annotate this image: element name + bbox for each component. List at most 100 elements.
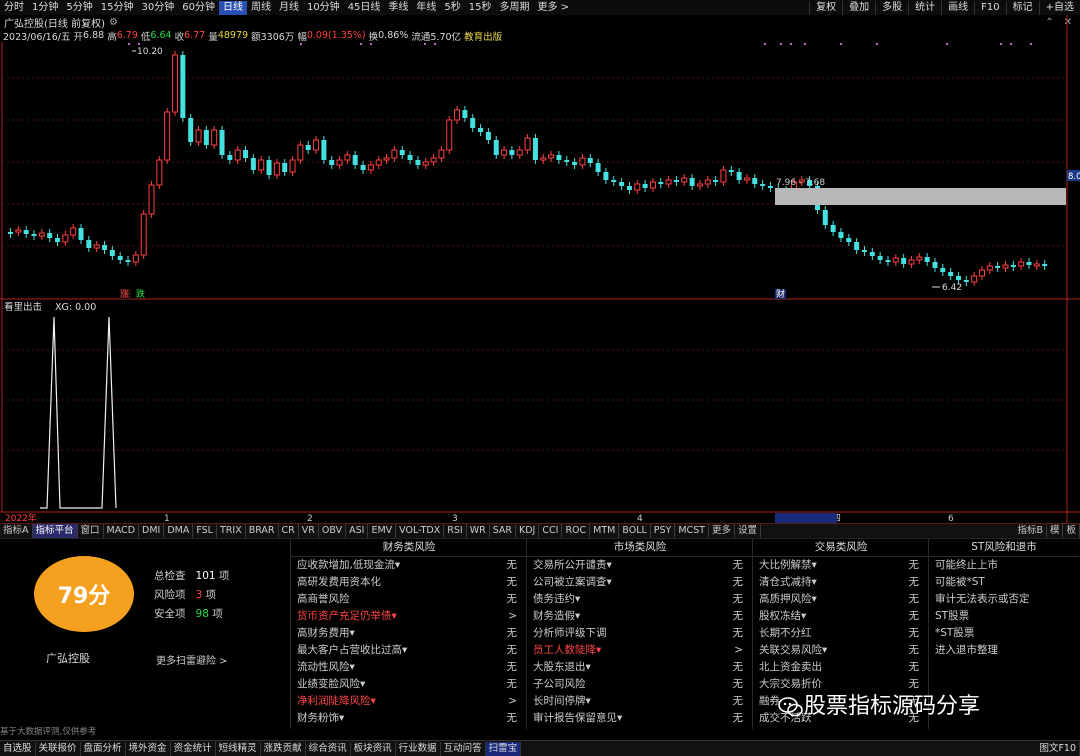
risk-row[interactable]: 净利润陡降风险▾ > [291, 693, 527, 710]
footer-tab[interactable]: 板块资讯 [351, 741, 396, 756]
risk-row[interactable]: *ST股票 [929, 625, 1079, 642]
risk-row[interactable]: 财务造假▾ 无 [527, 608, 753, 625]
event-dot [780, 43, 782, 45]
risk-item-label: 高商誉风险 [297, 593, 350, 605]
indicator-tab[interactable]: CCI [539, 524, 563, 538]
indicator-tab[interactable]: BRAR [246, 524, 279, 538]
risk-row[interactable]: 审计报告保留意见▾ 无 [527, 710, 753, 727]
indicator-tab[interactable]: PSY [651, 524, 676, 538]
indicator-tab[interactable]: 设置 [735, 524, 762, 538]
zhang-marker[interactable]: 涨 [120, 289, 129, 300]
indicator-tab[interactable]: 模 [1047, 524, 1064, 538]
more-scan-link[interactable]: 更多扫雷避险 > [156, 652, 228, 667]
risk-row[interactable]: 长时间停牌▾ 无 [527, 693, 753, 710]
risk-row[interactable]: 审计无法表示或否定 [929, 591, 1079, 608]
indicator-tab[interactable]: MTM [590, 524, 620, 538]
footer-tab[interactable]: 盘面分析 [81, 741, 126, 756]
risk-row[interactable]: 最大客户占营收比过高▾ 无 [291, 642, 527, 659]
indicator-tab[interactable]: CR [279, 524, 299, 538]
footer-tab[interactable]: 短线精灵 [216, 741, 261, 756]
indicator-tab[interactable]: 指标A [0, 524, 33, 538]
risk-row[interactable]: 流动性风险▾ 无 [291, 659, 527, 676]
risk-row[interactable]: 长期不分红 无 [753, 625, 929, 642]
indicator-tab[interactable]: FSL [193, 524, 217, 538]
indicator-tab[interactable]: ROC [562, 524, 591, 538]
candle-body [102, 245, 108, 250]
risk-row[interactable]: 债务违约▾ 无 [527, 591, 753, 608]
risk-row[interactable]: ST股票 [929, 608, 1079, 625]
risk-row[interactable]: 可能被*ST [929, 574, 1079, 591]
footer-tab[interactable]: 涨跌贡献 [261, 741, 306, 756]
risk-row[interactable]: 大股东退出▾ 无 [527, 659, 753, 676]
risk-row[interactable]: 业绩变脸风险▾ 无 [291, 676, 527, 693]
indicator-tab[interactable]: KDJ [516, 524, 540, 538]
risk-row[interactable]: 高质押风险▾ 无 [753, 591, 929, 608]
risk-row[interactable]: 子公司风险 无 [527, 676, 753, 693]
footer-tab[interactable]: 扫雷宝 [485, 741, 522, 756]
f10-button[interactable]: 图文F10 [1036, 741, 1080, 756]
indicator-tab[interactable]: 指标B [1014, 524, 1047, 538]
candle-body [548, 154, 555, 159]
risk-row[interactable]: 高财务费用▾ 无 [291, 625, 527, 642]
risk-row[interactable]: 员工人数陡降▾ > [527, 642, 753, 659]
risk-item-status: 无 [908, 661, 920, 673]
indicator-tab[interactable]: VR [299, 524, 319, 538]
indicator-tab[interactable]: ASI [346, 524, 369, 538]
footer-tab[interactable]: 境外资金 [126, 741, 171, 756]
risk-row[interactable]: 分析师评级下调 无 [527, 625, 753, 642]
risk-row[interactable]: 高研发费用资本化 无 [291, 574, 527, 591]
risk-row[interactable]: 公司被立案调查▾ 无 [527, 574, 753, 591]
candle-body [713, 180, 719, 182]
risk-row[interactable]: 进入退市整理 [929, 642, 1079, 659]
indicator-tab[interactable]: VOL-TDX [396, 524, 445, 538]
indicator-tab[interactable]: 指标平台 [32, 524, 78, 538]
risk-row[interactable]: 大比例解禁▾ 无 [753, 557, 929, 574]
indicator-tab[interactable]: MACD [104, 524, 140, 538]
risk-row[interactable]: 货币资产充足仍举债▾ > [291, 608, 527, 625]
risk-item-status: > [734, 644, 743, 656]
risk-row[interactable]: 交易所公开谴责▾ 无 [527, 557, 753, 574]
risk-row[interactable]: 北上资金卖出 无 [753, 659, 929, 676]
footer-tab[interactable]: 自选股 [0, 741, 36, 756]
die-marker[interactable]: 跌 [136, 289, 145, 300]
candle-body [728, 170, 734, 172]
footer-tab[interactable]: 行业数据 [396, 741, 441, 756]
indicator-tab[interactable]: BOLL [619, 524, 651, 538]
indicator-tab[interactable]: DMA [164, 524, 194, 538]
risk-item-label: 审计无法表示或否定 [935, 593, 1030, 605]
candle-body [462, 110, 468, 118]
candle-body [673, 180, 679, 182]
risk-item-label: 长期不分红 [759, 627, 812, 639]
candle-body [234, 149, 241, 161]
indicator-tab[interactable]: 板 [1063, 524, 1080, 538]
event-dot [1010, 43, 1012, 45]
indicator-tab[interactable]: DMI [139, 524, 165, 538]
indicator-tab[interactable]: 更多 [709, 524, 736, 538]
indicator-tab[interactable]: WR [467, 524, 490, 538]
risk-row[interactable]: 可能终止上市 [929, 557, 1079, 574]
risk-item-status: 无 [732, 593, 744, 605]
risk-row[interactable]: 财务粉饰▾ 无 [291, 710, 527, 727]
risk-item-label: 净利润陡降风险▾ [297, 695, 376, 707]
indicator-tab[interactable]: RSI [444, 524, 467, 538]
indicator-tab[interactable]: SAR [490, 524, 517, 538]
risk-row[interactable]: 关联交易风险▾ 无 [753, 642, 929, 659]
kline-chart[interactable]: 7.96 - 7.68 8.0 10.20 6.42 涨 跌 财 看里出击 XG… [0, 0, 1080, 523]
footer-tab[interactable]: 互动问答 [441, 741, 486, 756]
indicator-tab[interactable]: TRIX [217, 524, 246, 538]
indicator-tab[interactable]: EMV [368, 524, 397, 538]
risk-row[interactable]: 高商誉风险 无 [291, 591, 527, 608]
high-price-label: 10.20 [137, 47, 163, 57]
indicator-tab[interactable]: 窗口 [78, 524, 104, 538]
footer-tab[interactable]: 关联报价 [36, 741, 81, 756]
footer-tab[interactable]: 资金统计 [171, 741, 216, 756]
indicator-tab[interactable]: OBV [319, 524, 347, 538]
indicator-tab[interactable]: MCST [675, 524, 710, 538]
cai-marker[interactable]: 财 [776, 288, 785, 300]
candle-body [572, 162, 578, 165]
footer-tab[interactable]: 综合资讯 [306, 741, 351, 756]
candle-body [595, 163, 601, 172]
risk-row[interactable]: 股权冻结▾ 无 [753, 608, 929, 625]
risk-row[interactable]: 清仓式减持▾ 无 [753, 574, 929, 591]
risk-row[interactable]: 应收款增加,低现金流▾ 无 [291, 557, 527, 574]
